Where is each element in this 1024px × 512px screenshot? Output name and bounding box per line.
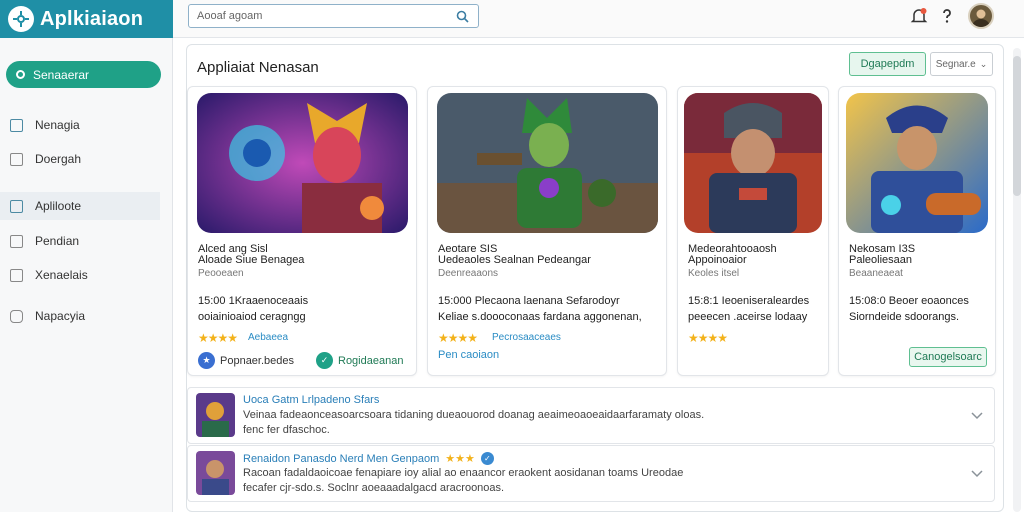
- card-desc-line: 15:08:0 Beoer eoaonces: [849, 295, 969, 307]
- card-meta: Peooeaen: [198, 268, 244, 279]
- card-desc-line: 15:00 1Kraaenoceaais: [198, 295, 309, 307]
- card-footer-link[interactable]: Pen caoiaon: [438, 349, 499, 361]
- book-icon: [10, 118, 23, 132]
- card-meta: Deenreaaons: [438, 268, 499, 279]
- rating-stars: ★★★★: [438, 331, 478, 345]
- sidebar-item-6[interactable]: Napacyia: [0, 302, 160, 330]
- app-card[interactable]: Alced ang Sisl Aloade Siue Benagea Peooe…: [187, 86, 417, 376]
- sort-select-label: Segnar.e: [935, 58, 976, 70]
- card-desc-line: Keliae s.doooconaas fardana aggonenan,: [438, 311, 642, 323]
- chevron-down-icon[interactable]: [970, 466, 984, 480]
- scrollbar[interactable]: [1013, 48, 1021, 512]
- user-avatar[interactable]: [968, 3, 994, 29]
- app-card[interactable]: Nekosam I3S Paleoliesaan Beaaneaeat 15:0…: [838, 86, 996, 376]
- card-desc-line: ooiainioaiod ceragngg: [198, 311, 306, 323]
- card-meta: Keoles itsel: [688, 268, 740, 279]
- list-item-title-text: Renaidon Panasdo Nerd Men Genpaom: [243, 452, 440, 465]
- app-brand[interactable]: Aplkiaiaon: [0, 0, 173, 38]
- scrollbar-thumb[interactable]: [1013, 56, 1021, 196]
- app-artwork: [684, 93, 822, 233]
- rating-stars: ★★★★: [198, 331, 238, 345]
- sidebar-item-label: Napacyia: [35, 309, 86, 323]
- rating-stars: ★★★: [445, 453, 475, 465]
- list-item-desc: fecafer cjr-sdo.s. Soclnr aoeaaadalgacd …: [243, 482, 505, 494]
- card-desc-line: peeecen .aceirse lodaay: [688, 311, 808, 323]
- list-item-thumbnail: [196, 451, 235, 495]
- bell-icon[interactable]: [909, 6, 929, 26]
- primary-action-button[interactable]: Dgapepdm: [849, 52, 926, 76]
- card-footer-label: Popnaer.bedes: [220, 354, 295, 367]
- sidebar-item-2[interactable]: Doergah: [0, 145, 160, 173]
- main-panel: Appliaiat Nenasan Dgapepdm Segnar.e ⌄ Al…: [186, 44, 1004, 512]
- list-item-thumbnail: [196, 393, 235, 437]
- help-icon[interactable]: [937, 6, 957, 26]
- list-item-title-text: Uoca Gatm Lrlpadeno Sfars: [243, 394, 380, 406]
- app-name: Aplkiaiaon: [40, 7, 144, 30]
- card-desc-line: 15:000 Plecaona laenana Sefarodoyr: [438, 295, 620, 307]
- card-subtitle: Aloade Siue Benagea: [198, 254, 305, 266]
- sidebar-primary-label: Senaaerar: [33, 67, 90, 82]
- sidebar-item-4[interactable]: Pendian: [0, 227, 160, 255]
- list-item[interactable]: Uoca Gatm Lrlpadeno Sfars Veinaa fadeaon…: [187, 387, 995, 444]
- rating-label[interactable]: Aebaeea: [248, 332, 288, 343]
- search-icon[interactable]: [454, 8, 470, 24]
- card-subtitle: Uedeaoles Sealnan Pedeangar: [438, 254, 591, 266]
- sidebar-item-label: Xenaelais: [35, 268, 88, 282]
- rating-label[interactable]: Pecrosaaceaes: [492, 332, 561, 343]
- app-window: Aplkiaiaon Aooaf agoam Senaaerar Nenagia: [0, 0, 1024, 512]
- card-footer-link[interactable]: ★ Popnaer.bedes: [198, 352, 294, 369]
- search-input[interactable]: Aooaf agoam: [188, 4, 479, 28]
- sidebar: Senaaerar Nenagia Doergah Apliloote Pend…: [0, 38, 173, 512]
- sidebar-item-label: Apliloote: [35, 199, 82, 213]
- info-badge-icon: ✓: [480, 452, 494, 465]
- layers-icon: [10, 268, 23, 282]
- square-icon: [10, 152, 23, 166]
- app-card[interactable]: Aeotare SIS Uedeaoles Sealnan Pedeangar …: [427, 86, 667, 376]
- card-subtitle: Appoinoaior: [688, 254, 747, 266]
- list-item-desc: fenc fer dfaschoc.: [243, 424, 330, 436]
- list-item[interactable]: Renaidon Panasdo Nerd Men Genpaom ★★★ ✓ …: [187, 445, 995, 502]
- sidebar-item-3[interactable]: Apliloote: [0, 192, 160, 220]
- chevron-down-icon: ⌄: [979, 58, 988, 69]
- sort-select[interactable]: Segnar.e ⌄: [930, 52, 993, 76]
- card-footer-link[interactable]: ✓ Rogidaeanan: [316, 352, 403, 369]
- sidebar-item-1[interactable]: Nenagia: [0, 111, 160, 139]
- sidebar-item-label: Nenagia: [35, 118, 80, 132]
- sidebar-item-label: Doergah: [35, 152, 82, 166]
- app-logo-icon: [8, 6, 34, 32]
- rating-stars: ★★★★: [688, 331, 728, 345]
- list-item-title: Uoca Gatm Lrlpadeno Sfars: [243, 394, 379, 406]
- sidebar-item-label: Pendian: [35, 234, 80, 248]
- card-meta: Beaaneaeat: [849, 268, 903, 279]
- card-desc-line: 15:8:1 Ieoeniseraleardes: [688, 295, 810, 307]
- circle-icon: [16, 70, 25, 79]
- app-artwork: [437, 93, 658, 233]
- chevron-down-icon[interactable]: [970, 408, 984, 422]
- shield-icon: [10, 309, 23, 323]
- mail-icon: [10, 234, 23, 248]
- list-item-desc: Racoan fadaldaoicoae fenapiare ioy alial…: [243, 467, 684, 479]
- list-item-desc: Veinaa fadeaonceasoarcsoara tidaning due…: [243, 409, 705, 421]
- card-desc-line: Siorndeide sdoorangs.: [849, 311, 960, 323]
- app-icon: [10, 199, 23, 213]
- page-title: Appliaiat Nenasan: [197, 59, 319, 76]
- app-card[interactable]: Medeorahtooaosh Appoinoaior Keoles itsel…: [677, 86, 829, 376]
- sidebar-primary-button[interactable]: Senaaerar: [6, 61, 161, 88]
- app-artwork: [846, 93, 988, 233]
- card-action-button[interactable]: Canogelsoarc: [909, 347, 987, 367]
- star-badge-icon: ★: [198, 352, 215, 369]
- app-artwork: [197, 93, 408, 233]
- card-subtitle: Paleoliesaan: [849, 254, 912, 266]
- list-item-title: Renaidon Panasdo Nerd Men Genpaom ★★★ ✓: [243, 452, 494, 465]
- card-footer-label: Rogidaeanan: [338, 354, 404, 367]
- check-icon: ✓: [316, 352, 333, 369]
- top-bar: Aooaf agoam: [173, 0, 1024, 38]
- sidebar-item-5[interactable]: Xenaelais: [0, 261, 160, 289]
- search-placeholder: Aooaf agoam: [197, 10, 263, 22]
